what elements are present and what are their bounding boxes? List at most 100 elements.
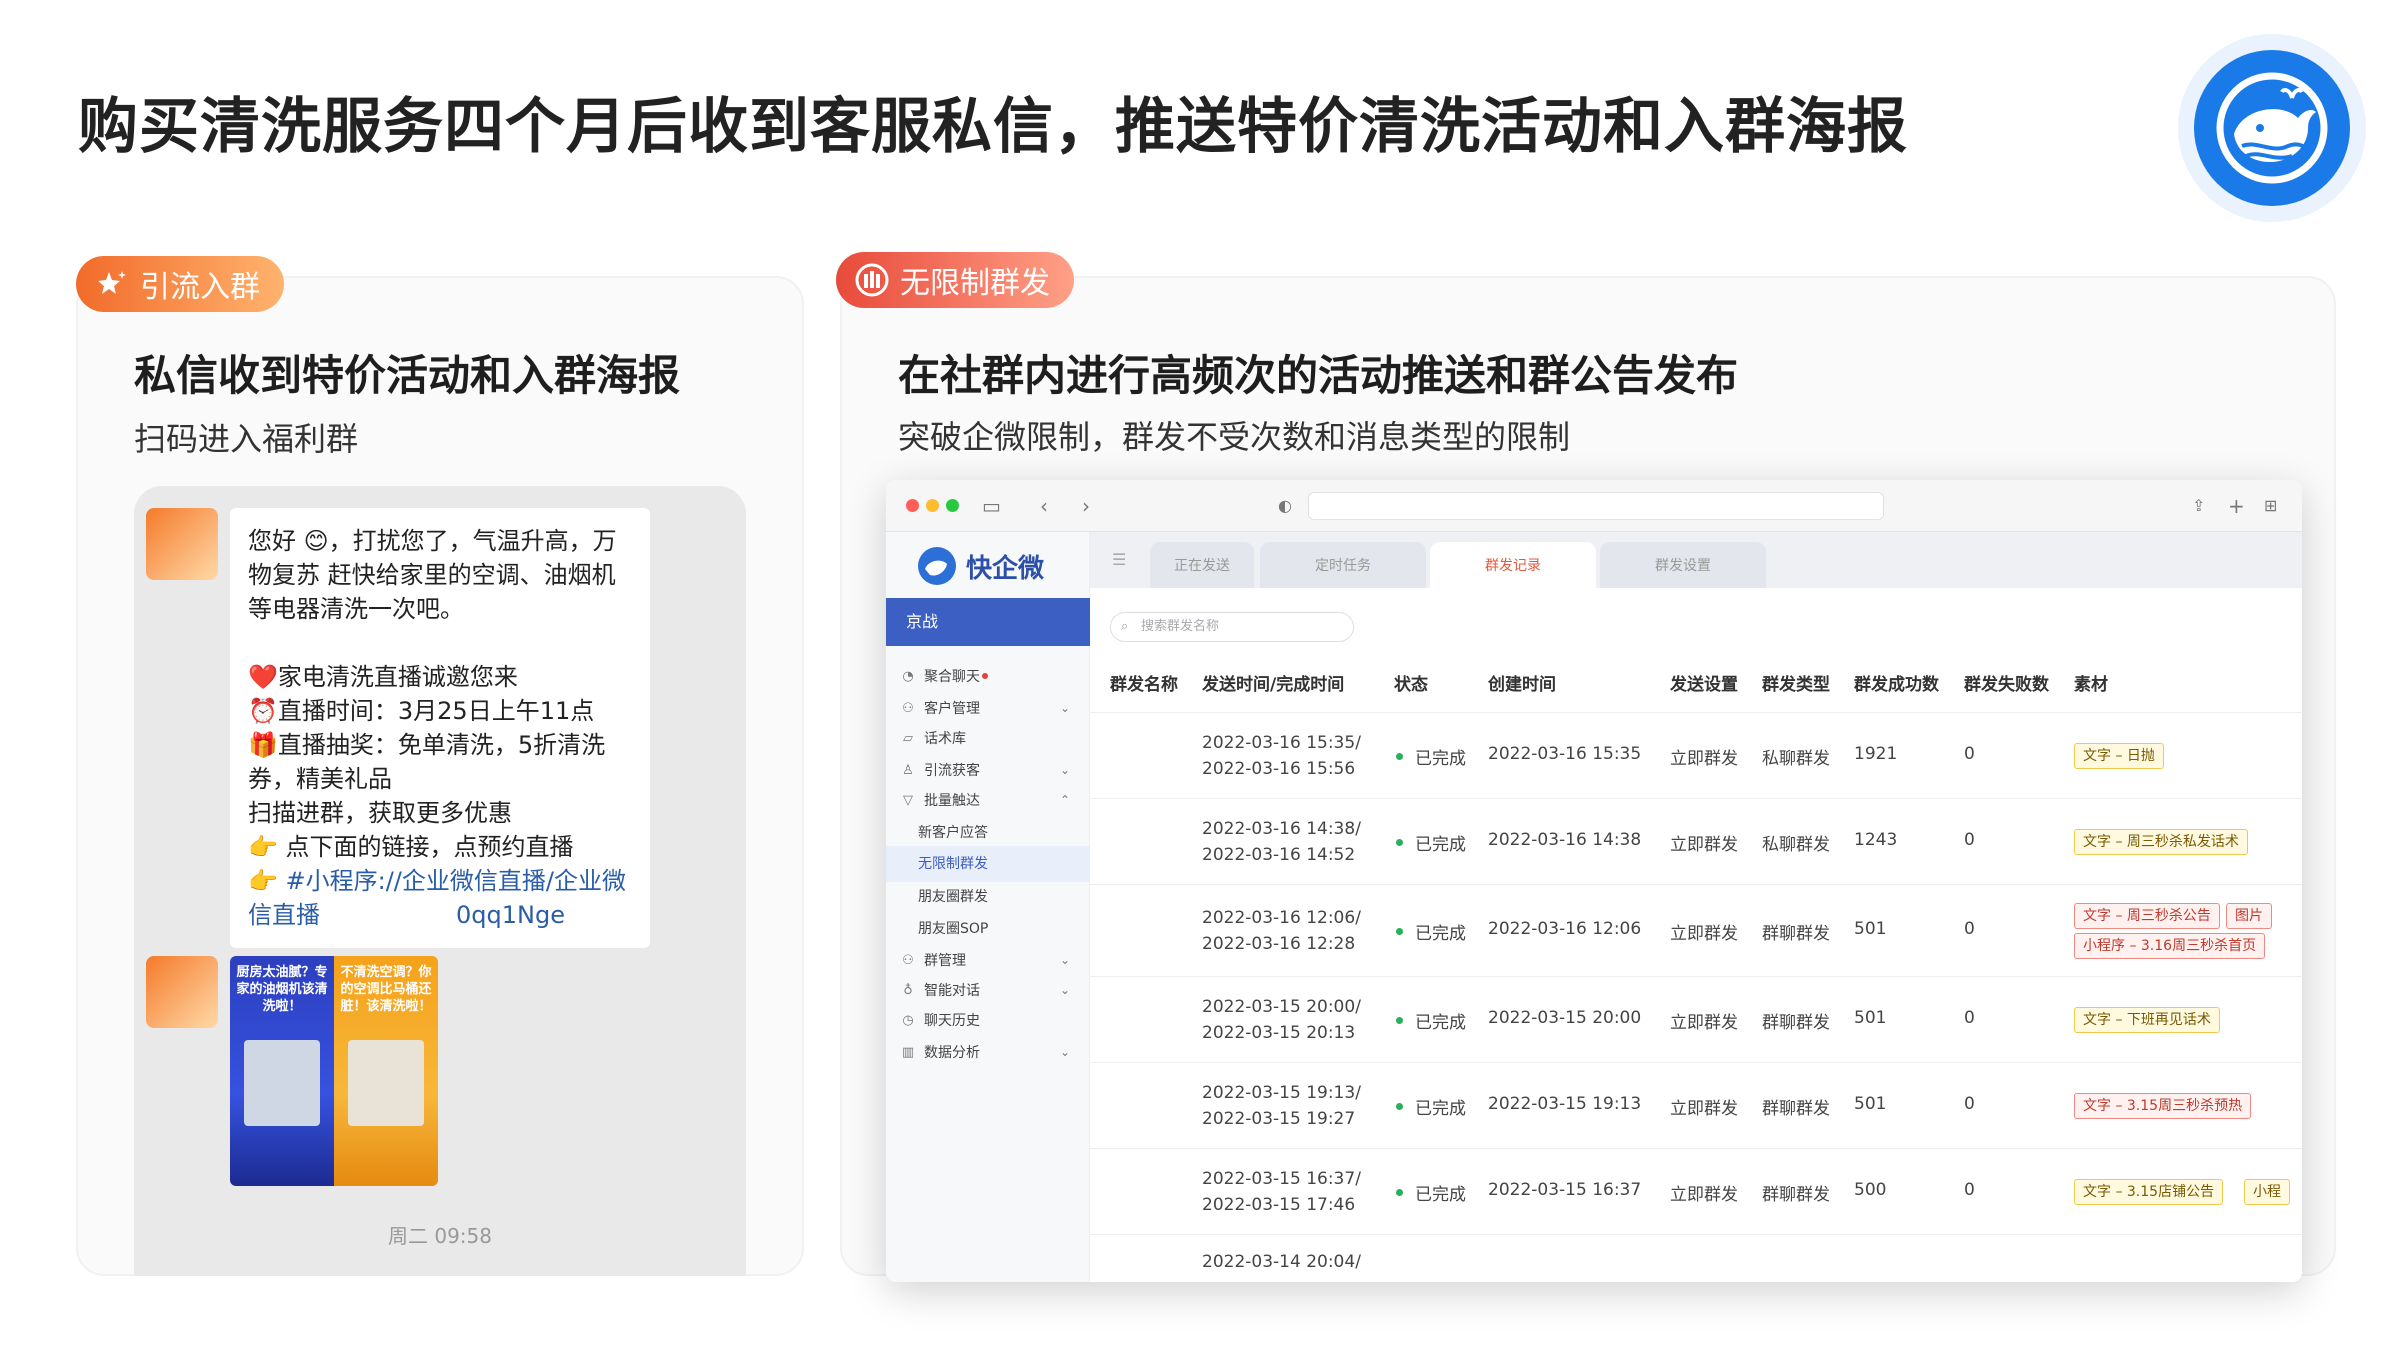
right-card-title: 在社群内进行高频次的活动推送和群公告发布 [898,351,1739,400]
nav-customers[interactable]: ⚇ 客户管理 ⌄ [900,698,1080,718]
nav-bulk-reach[interactable]: ▽ 批量触达 ⌃ [900,790,1080,810]
send-setting: 立即群发 [1670,1185,1738,1205]
new-tab-icon[interactable]: + [2228,492,2245,520]
message-line: 扫描进群，获取更多优惠 [248,799,512,827]
nav-scripts[interactable]: ▱ 话术库 [900,728,1080,748]
subnav-mass-send[interactable]: 无限制群发 [886,846,1090,882]
tab-settings[interactable]: 群发设置 [1600,542,1766,588]
poster-image[interactable]: 厨房太油腻？专家的油烟机该清洗啦！ 不清洗空调？你的空调比马桶还脏！该清洗啦！ [230,956,438,1186]
col-fail[interactable]: 群发失败数 [1964,658,2049,712]
send-type: 群聊群发 [1762,1185,1830,1205]
whale-logo-ring [2194,50,2350,206]
send-setting: 立即群发 [1670,749,1738,769]
status-badge: 已完成 [1396,1180,1466,1205]
maximize-window-button[interactable] [946,499,959,512]
miniprogram-link-cont[interactable]: 信直播 0qq1Nge [248,898,632,932]
nav-chat[interactable]: ◔ 聚合聊天 [900,666,1080,686]
address-bar[interactable] [1308,492,1884,520]
fail-count: 0 [1964,1180,1975,1200]
nav-label: 数据分析 [924,1045,980,1061]
material-tag[interactable]: 文字 – 3.15周三秒杀预热 [2074,1093,2252,1119]
material-tag[interactable]: 图片 [2226,903,2272,929]
table-row[interactable]: 2022-03-14 20:04/ [1090,1234,2302,1282]
slide-title: 购买清洗服务四个月后收到客服私信，推送特价清洗活动和入群海报 [78,92,1908,162]
miniprogram-link[interactable]: 👉 #小程序://企业微信直播/企业微 [248,864,632,898]
nav-analytics[interactable]: ▥ 数据分析 ⌄ [900,1042,1080,1062]
message-line: 券，精美礼品 [248,765,392,793]
nav-acquisition[interactable]: ♙ 引流获客 ⌄ [900,760,1080,780]
material-tag[interactable]: 文字 – 下班再见话术 [2074,1007,2220,1033]
whale-icon [2216,72,2328,184]
close-window-button[interactable] [906,499,919,512]
menu-icon[interactable]: ☰ [1112,550,1126,569]
success-count: 1921 [1854,744,1898,764]
avatar [146,508,218,580]
message-line: 物复苏 赶快给家里的空调、油烟机 [248,561,616,589]
poster-right-text: 不清洗空调？你的空调比马桶还脏！该清洗啦！ [340,965,432,1014]
material-tag[interactable]: 文字 – 周三秒杀公告 [2074,903,2220,929]
success-count: 501 [1854,919,1887,939]
col-status[interactable]: 状态 [1394,658,1428,712]
created-time: 2022-03-16 14:38 [1488,830,1642,850]
subnav-moments-sop[interactable]: 朋友圈SOP [918,918,988,938]
clock-icon: ◷ [902,1012,914,1028]
nav-groups[interactable]: ⚇ 群管理 ⌄ [900,950,1080,970]
broadcast-icon [854,262,890,298]
nav-ai-dialog[interactable]: ♁ 智能对话 ⌄ [900,980,1080,1000]
app-content: ☰ 正在发送 定时任务 群发记录 群发设置 ⌕ 搜索群发名称 群发名称 发送时间… [1090,532,2302,1282]
bulb-icon: ♁ [903,982,913,998]
link-code: 0qq1Nge [456,901,565,929]
tab-overview-icon[interactable]: ⊞ [2264,492,2277,520]
status-text: 已完成 [1415,1013,1466,1033]
col-send-time[interactable]: 发送时间/完成时间 [1202,658,1344,712]
search-input[interactable]: ⌕ 搜索群发名称 [1110,612,1354,642]
status-badge: 已完成 [1396,1008,1466,1033]
app-sidebar: 快企微 京战 ◔ 聚合聊天 ⚇ 客户管理 ⌄ ▱ 话术库 ♙ 引流获客 ⌄ ▽ … [886,532,1090,1282]
shield-icon[interactable]: ◐ [1278,492,1292,520]
tab-records[interactable]: 群发记录 [1430,542,1596,588]
col-setting[interactable]: 发送设置 [1670,658,1738,712]
status-dot [1396,839,1403,846]
table-row[interactable]: 2022-03-16 12:06/2022-03-16 12:28 已完成 2022… [1090,884,2302,976]
back-icon[interactable]: ‹ [1040,492,1048,520]
pill-mass-send: 无限制群发 [836,252,1074,308]
send-time: 2022-03-16 15:35/ [1202,733,1361,753]
table-row[interactable]: 2022-03-15 16:37/2022-03-15 17:46 已完成 2022… [1090,1148,2302,1234]
left-card-subtitle: 扫码进入福利群 [134,420,359,458]
forward-icon[interactable]: › [1082,492,1090,520]
material-tag[interactable]: 文字 – 周三秒杀私发话术 [2074,829,2248,855]
send-setting: 立即群发 [1670,924,1738,944]
range-hood-image [244,1040,320,1126]
account-switcher[interactable]: 京战 [886,598,1090,646]
material-tag[interactable]: 小程 [2244,1179,2290,1205]
poster-left-text: 厨房太油腻？专家的油烟机该清洗啦！ [236,965,328,1014]
table-row[interactable]: 2022-03-15 20:00/2022-03-15 20:13 已完成 2022… [1090,976,2302,1062]
table-row[interactable]: 2022-03-16 15:35/2022-03-16 15:56 已完成 2022… [1090,712,2302,798]
subnav-moments-send[interactable]: 朋友圈群发 [918,886,988,906]
send-type: 私聊群发 [1762,835,1830,855]
material-tag[interactable]: 文字 – 日抛 [2074,743,2164,769]
table-row[interactable]: 2022-03-15 19:13/2022-03-15 19:27 已完成 2022… [1090,1062,2302,1148]
subnav-new-customer[interactable]: 新客户应答 [918,822,988,842]
material-tag[interactable]: 小程序 – 3.16周三秒杀首页 [2074,933,2266,959]
send-time-cell: 2022-03-16 15:35/2022-03-16 15:56 [1202,730,1361,782]
col-created[interactable]: 创建时间 [1488,658,1556,712]
minimize-window-button[interactable] [926,499,939,512]
col-name[interactable]: 群发名称 [1110,658,1178,712]
tab-scheduled[interactable]: 定时任务 [1260,542,1426,588]
col-type[interactable]: 群发类型 [1762,658,1830,712]
status-text: 已完成 [1415,835,1466,855]
share-icon[interactable]: ⇪ [2192,492,2205,520]
message-line [248,626,632,660]
table-row[interactable]: 2022-03-16 14:38/2022-03-16 14:52 已完成 2022… [1090,798,2302,884]
send-time: 2022-03-14 20:04/ [1202,1252,1361,1272]
material-tag[interactable]: 文字 – 3.15店铺公告 [2074,1179,2224,1205]
whale-logo [2178,34,2366,222]
tab-sending[interactable]: 正在发送 [1150,542,1254,588]
browser-window: ▭ ‹ › ◐ ⇪ + ⊞ 快企微 京战 ◔ 聚合聊天 ⚇ 客户管理 ⌄ ▱ 话… [886,480,2302,1282]
nav-history[interactable]: ◷ 聊天历史 [900,1010,1080,1030]
pill-lead-in: 引流入群 [76,256,284,312]
sidebar-toggle-icon[interactable]: ▭ [982,492,1001,520]
col-success[interactable]: 群发成功数 [1854,658,1939,712]
col-material[interactable]: 素材 [2074,658,2108,712]
